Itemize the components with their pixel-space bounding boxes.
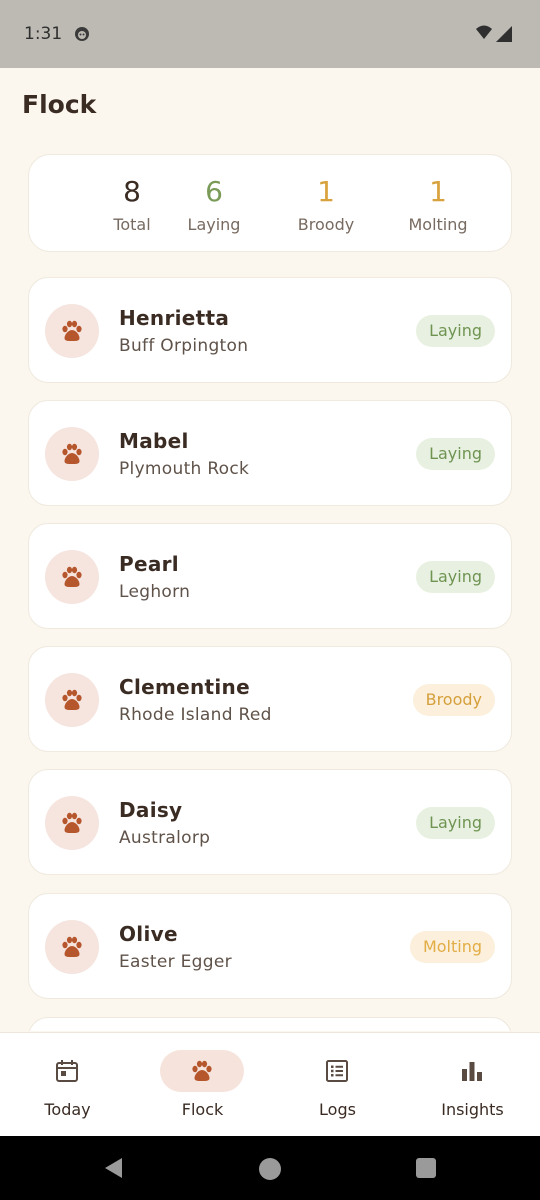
back-icon[interactable] bbox=[102, 1156, 126, 1180]
paw-icon bbox=[62, 566, 82, 587]
hen-card-partial[interactable] bbox=[28, 1017, 512, 1031]
hen-list[interactable]: Henrietta Buff Orpington Laying Mabel Pl… bbox=[0, 277, 540, 1031]
status-badge: Laying bbox=[416, 561, 495, 593]
stat-broody-value: 1 bbox=[317, 175, 335, 208]
hen-card[interactable]: Daisy Australorp Laying bbox=[28, 769, 512, 875]
status-badge: Laying bbox=[416, 438, 495, 470]
hen-avatar bbox=[45, 550, 99, 604]
paw-icon bbox=[62, 812, 82, 833]
paw-icon bbox=[192, 1060, 212, 1081]
hen-breed: Easter Egger bbox=[119, 952, 232, 972]
hen-name: Clementine bbox=[119, 675, 250, 699]
wifi-signal-icon bbox=[476, 25, 512, 42]
nav-label: Logs bbox=[319, 1100, 356, 1119]
status-time: 1:31 bbox=[24, 24, 63, 44]
hen-name: Daisy bbox=[119, 798, 183, 822]
hen-card[interactable]: Henrietta Buff Orpington Laying bbox=[28, 277, 512, 383]
paw-icon bbox=[62, 936, 82, 957]
home-icon[interactable] bbox=[258, 1157, 282, 1181]
bar-chart-icon bbox=[462, 1062, 482, 1081]
hen-card[interactable]: Olive Easter Egger Molting bbox=[28, 893, 512, 999]
status-badge: Molting bbox=[409, 931, 495, 963]
hen-breed: Leghorn bbox=[119, 582, 191, 602]
hen-name: Henrietta bbox=[119, 306, 230, 330]
status-badge: Laying bbox=[416, 315, 495, 347]
recents-icon[interactable] bbox=[415, 1157, 437, 1179]
stat-molting: 1 Molting bbox=[383, 175, 493, 234]
stat-laying-value: 6 bbox=[205, 175, 223, 208]
list-icon bbox=[326, 1060, 348, 1082]
flock-summary-card: 8 Total 6 Laying 1 Broody 1 Molting bbox=[28, 154, 512, 252]
hen-name: Pearl bbox=[119, 552, 179, 576]
status-badge: Broody bbox=[412, 684, 495, 716]
nav-label: Insights bbox=[441, 1100, 504, 1119]
hen-breed: Plymouth Rock bbox=[119, 459, 250, 479]
hen-breed: Buff Orpington bbox=[119, 336, 249, 356]
hen-card[interactable]: Clementine Rhode Island Red Broody bbox=[28, 646, 512, 752]
status-badge: Laying bbox=[416, 807, 495, 839]
paw-icon bbox=[62, 443, 82, 464]
hen-breed: Rhode Island Red bbox=[119, 705, 272, 725]
hen-breed: Australorp bbox=[119, 828, 211, 848]
hen-card[interactable]: Pearl Leghorn Laying bbox=[28, 523, 512, 629]
hen-avatar bbox=[45, 920, 99, 974]
hen-avatar bbox=[45, 796, 99, 850]
hen-card[interactable]: Mabel Plymouth Rock Laying bbox=[28, 400, 512, 506]
hen-name: Olive bbox=[119, 922, 178, 946]
nav-insights[interactable]: Insights bbox=[405, 1033, 540, 1137]
hen-avatar bbox=[45, 673, 99, 727]
stat-laying-label: Laying bbox=[187, 215, 241, 234]
app-notification-icon bbox=[75, 27, 89, 41]
stat-molting-label: Molting bbox=[408, 215, 468, 234]
paw-icon bbox=[62, 689, 82, 710]
nav-label: Today bbox=[44, 1100, 91, 1119]
system-navigation-bar bbox=[0, 1136, 540, 1200]
calendar-icon bbox=[56, 1060, 78, 1082]
stat-laying: 6 Laying bbox=[159, 175, 269, 234]
hen-name: Mabel bbox=[119, 429, 189, 453]
status-bar: 1:31 bbox=[0, 0, 540, 68]
bottom-navigation: Today Flock Logs Insights bbox=[0, 1032, 540, 1136]
page-title: Flock bbox=[22, 90, 97, 119]
stat-molting-value: 1 bbox=[429, 175, 447, 208]
nav-flock[interactable]: Flock bbox=[135, 1033, 270, 1137]
hen-avatar bbox=[45, 427, 99, 481]
stat-broody-label: Broody bbox=[297, 215, 355, 234]
hen-avatar bbox=[45, 304, 99, 358]
stat-broody: 1 Broody bbox=[271, 175, 381, 234]
nav-logs[interactable]: Logs bbox=[270, 1033, 405, 1137]
nav-label: Flock bbox=[181, 1100, 224, 1119]
paw-icon bbox=[62, 320, 82, 341]
nav-today[interactable]: Today bbox=[0, 1033, 135, 1137]
